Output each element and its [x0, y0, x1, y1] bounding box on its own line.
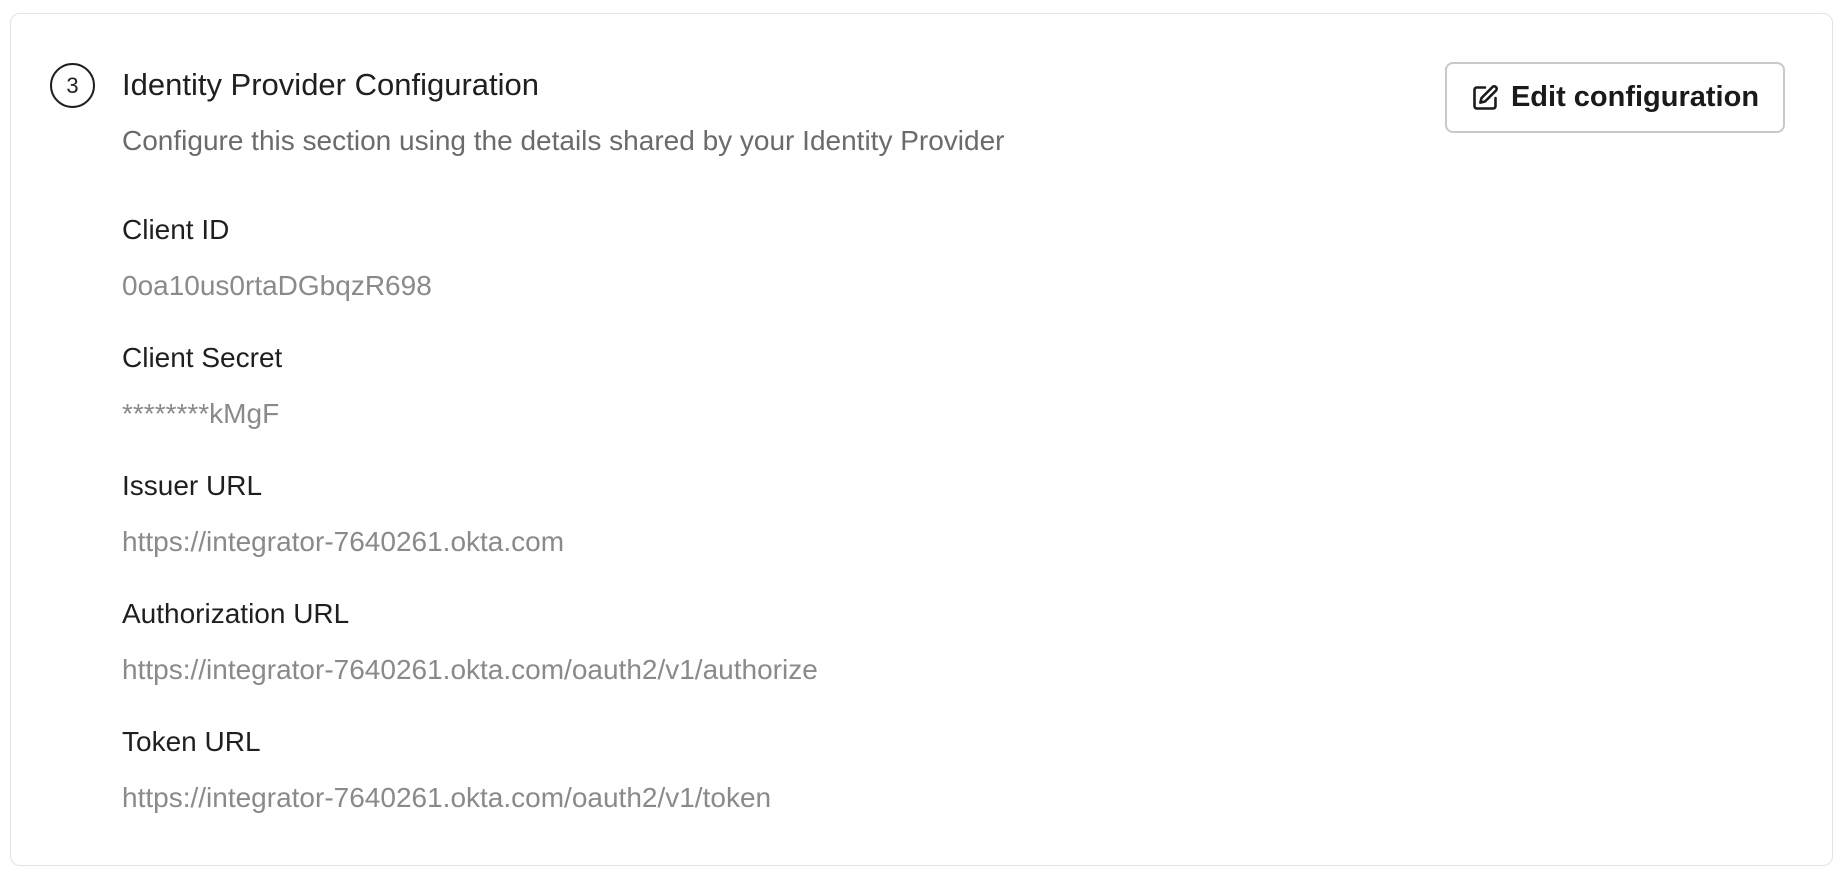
client-id-label: Client ID [122, 214, 230, 245]
client-secret-label: Client Secret [122, 342, 283, 373]
token-url-value: https://integrator-7640261.okta.com/oaut… [122, 782, 772, 813]
edit-configuration-button[interactable]: Edit configuration [1445, 62, 1785, 133]
edit-configuration-label: Edit configuration [1510, 81, 1760, 113]
client-id-value: 0oa10us0rtaDGbqzR698 [122, 270, 432, 301]
authorization-url-label: Authorization URL [122, 598, 350, 629]
section-title: Identity Provider Configuration [122, 67, 540, 102]
token-url-label: Token URL [122, 726, 261, 757]
client-secret-value: ********kMgF [122, 398, 280, 429]
issuer-url-value: https://integrator-7640261.okta.com [122, 526, 565, 557]
issuer-url-label: Issuer URL [122, 470, 263, 501]
edit-icon [1471, 84, 1499, 112]
step-number-badge: 3 [50, 63, 95, 108]
authorization-url-value: https://integrator-7640261.okta.com/oaut… [122, 654, 818, 685]
section-subtitle: Configure this section using the details… [122, 125, 1005, 156]
